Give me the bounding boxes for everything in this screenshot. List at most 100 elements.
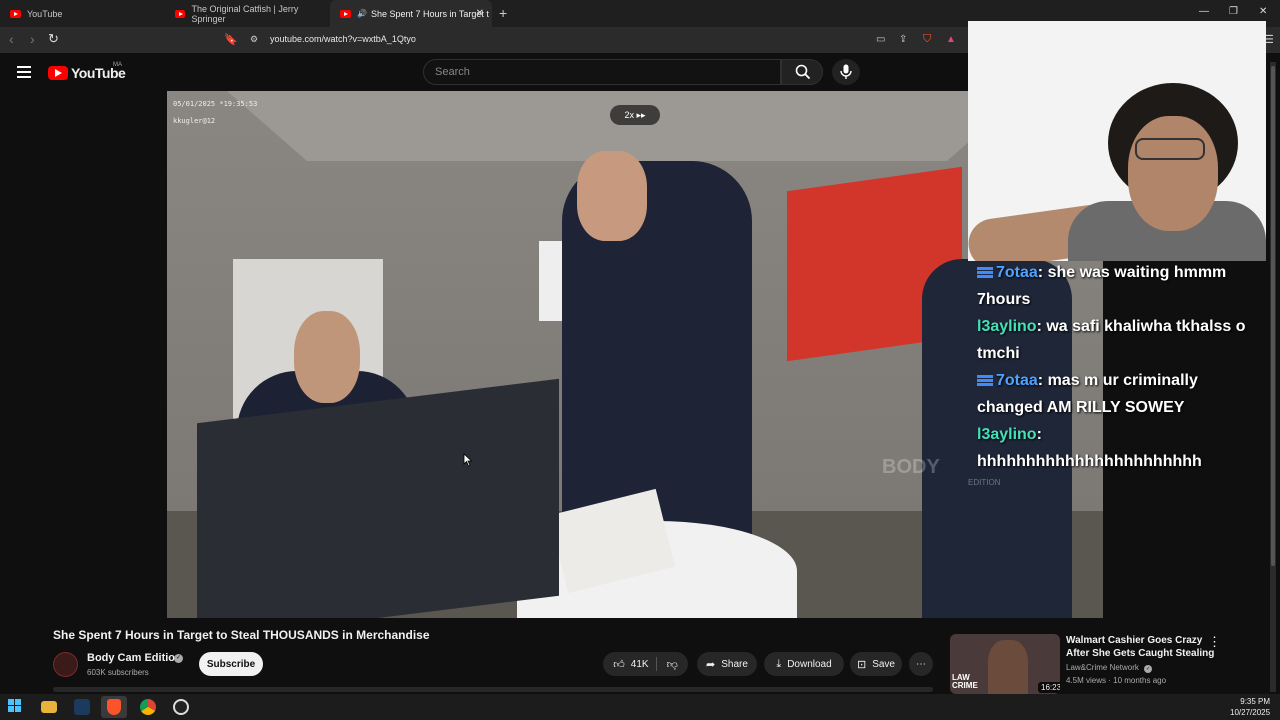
video-player[interactable]: 05/01/2025 *19:35:53 kkugler@12 2x ▸▸ BO…: [167, 91, 1103, 618]
forward-icon[interactable]: ›: [30, 31, 35, 47]
share-label: Share: [721, 658, 748, 670]
windows-taskbar: [0, 694, 1280, 720]
chat-message: 7otaa: mas m ur criminally changed AM RI…: [977, 367, 1267, 421]
video-frame-seated-head: [294, 311, 360, 403]
recommended-video[interactable]: LAW CRIME 16:23 Walmart Cashier Goes Cra…: [950, 634, 1280, 694]
youtube-logo[interactable]: YouTube MA: [48, 62, 126, 81]
thumbnail-logo-text: LAW CRIME: [952, 673, 978, 690]
thumbs-up-icon: 👍︎: [613, 658, 625, 671]
bookmark-save-icon: ⊡: [856, 658, 867, 671]
thumbnail-person: [988, 640, 1028, 694]
mouse-cursor-icon: [463, 453, 473, 467]
save-label: Save: [872, 658, 895, 670]
cast-icon[interactable]: ▭: [876, 34, 885, 45]
clock-date: 10/27/2025: [1230, 708, 1271, 717]
video-frame-officer-head: [577, 151, 647, 241]
chat-username: l3aylino: [977, 426, 1037, 443]
url-text: youtube.com/watch?v=wxtbA_1Qtyo: [270, 34, 416, 44]
chat-colon: :: [1036, 426, 1042, 443]
video-frame-ceiling: [227, 91, 1027, 161]
minimize-icon[interactable]: —: [1199, 6, 1209, 17]
close-window-icon[interactable]: ✕: [1259, 6, 1267, 17]
streamer-webcam: [968, 21, 1266, 261]
reload-icon[interactable]: ↻: [48, 31, 59, 47]
brave-rewards-icon[interactable]: ▲: [946, 34, 956, 45]
subscriber-badge-icon: [977, 266, 993, 279]
save-button[interactable]: ⊡ Save: [850, 652, 902, 676]
speaker-icon: 🔊: [357, 9, 367, 18]
brave-shield-icon[interactable]: ⛉: [923, 33, 931, 46]
channel-avatar[interactable]: [53, 652, 78, 677]
microphone-icon: [840, 64, 852, 79]
bodycam-id: kkugler@12: [173, 117, 216, 125]
video-duration: 16:23: [1038, 682, 1060, 693]
tab-label: She Spent 7 Hours in Target t: [370, 8, 489, 19]
obs-icon[interactable]: [173, 699, 189, 715]
chat-username: l3aylino: [977, 318, 1037, 335]
subscribe-button[interactable]: Subscribe: [199, 652, 263, 676]
brave-taskbar-button[interactable]: [101, 696, 127, 718]
tab-youtube[interactable]: YouTube: [0, 0, 165, 27]
restore-icon[interactable]: ❐: [1229, 6, 1238, 17]
chat-message: 7otaa: she was waiting hmmm 7hours: [977, 259, 1267, 313]
chrome-icon[interactable]: [140, 699, 156, 715]
download-button[interactable]: ⤓ Download: [764, 652, 844, 676]
channel-watermark-sub: EDITION: [968, 478, 1001, 487]
webcam-glasses: [1135, 138, 1205, 160]
thumbs-down-icon: 👎︎: [666, 658, 678, 671]
new-tab-button[interactable]: +: [499, 5, 507, 21]
recommended-thumbnail[interactable]: LAW CRIME 16:23: [950, 634, 1060, 694]
download-label: Download: [787, 658, 832, 670]
like-button[interactable]: 👍︎ 41K: [613, 658, 648, 671]
tab-label: The Original Catfish | Jerry Springer: [191, 3, 299, 24]
download-icon: ⤓: [776, 657, 782, 670]
recommended-title[interactable]: Walmart Cashier Goes Crazy After She Get…: [1066, 634, 1216, 660]
taskbar-clock[interactable]: 9:35 PM 10/27/2025: [1230, 696, 1270, 718]
chat-text: hhhhhhhhhhhhhhhhhhhhhhh: [977, 453, 1202, 470]
tab-catfish[interactable]: The Original Catfish | Jerry Springer: [165, 0, 328, 27]
file-explorer-icon[interactable]: [41, 701, 57, 713]
davinci-resolve-icon[interactable]: [74, 699, 90, 715]
like-count: 41K: [630, 658, 649, 670]
like-divider: [656, 657, 657, 671]
tab-target-video[interactable]: 🔊 She Spent 7 Hours in Target t ✕: [330, 0, 492, 27]
brave-icon: [107, 699, 121, 715]
search-icon: [795, 64, 811, 80]
chat-message: l3aylino: wa safi khaliwha tkhalss o tmc…: [977, 313, 1267, 367]
left-margin: [0, 91, 167, 618]
more-vertical-icon[interactable]: ⋮: [1208, 634, 1221, 650]
share-button[interactable]: ➦ Share: [697, 652, 757, 676]
description-box-edge: [53, 687, 933, 692]
close-tab-icon[interactable]: ✕: [476, 8, 484, 19]
page-scrollbar-thumb[interactable]: [1271, 66, 1275, 566]
site-info-icon[interactable]: ⚙: [250, 34, 258, 45]
dislike-button[interactable]: 👎︎: [667, 658, 678, 671]
playback-speed-badge: 2x ▸▸: [610, 105, 660, 125]
channel-name[interactable]: Body Cam Edition: [87, 652, 182, 664]
recommended-meta: 4.5M views · 10 months ago: [1066, 676, 1167, 685]
back-icon[interactable]: ‹: [9, 31, 14, 47]
share-icon: ➦: [706, 658, 716, 671]
search-button[interactable]: [781, 59, 823, 85]
youtube-header: YouTube MA: [0, 53, 968, 91]
like-dislike-group: 👍︎ 41K 👎︎: [603, 652, 688, 676]
share-page-icon[interactable]: ⇪: [899, 34, 907, 45]
youtube-favicon-icon: [175, 9, 186, 18]
bodycam-timestamp: 05/01/2025 *19:35:53: [173, 100, 258, 108]
clock-time: 9:35 PM: [1240, 697, 1271, 706]
tab-label: YouTube: [27, 8, 63, 19]
recommended-channel-name: Law&Crime Network: [1066, 663, 1139, 672]
search-box[interactable]: [423, 59, 781, 85]
channel-watermark: BODY: [882, 456, 940, 478]
country-code: MA: [113, 62, 122, 68]
search-input[interactable]: [424, 60, 780, 84]
recommended-channel: Law&Crime Network ✓: [1066, 663, 1153, 673]
subscriber-count: 603K subscribers: [87, 668, 149, 677]
url-field[interactable]: ⚙ youtube.com/watch?v=wxtbA_1Qtyo: [240, 30, 965, 50]
hamburger-menu-icon[interactable]: [17, 66, 31, 81]
more-actions-button[interactable]: ⋯: [909, 652, 933, 676]
windows-start-icon[interactable]: [8, 699, 24, 715]
bookmark-icon[interactable]: 🔖: [224, 33, 238, 46]
voice-search-button[interactable]: [832, 59, 860, 85]
verified-icon: ✓: [1144, 665, 1153, 673]
